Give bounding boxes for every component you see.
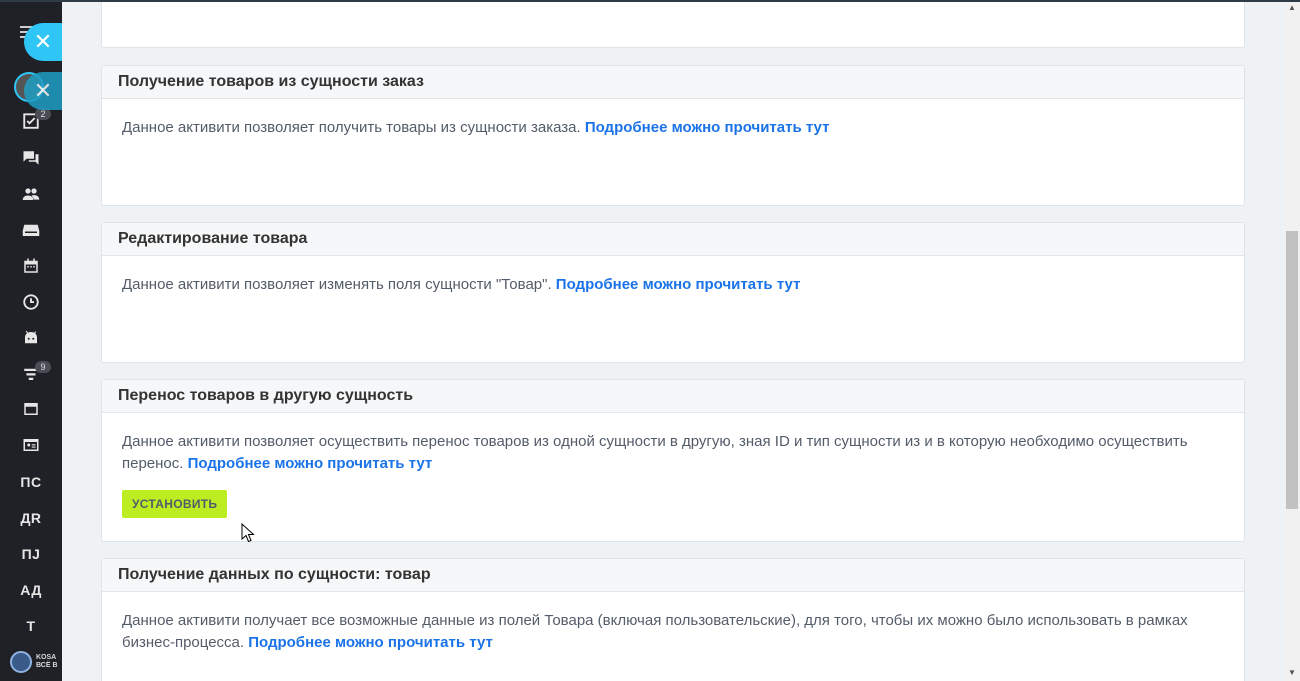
sidebar-item-text-4[interactable]: АД — [0, 575, 62, 605]
funnel-badge: 9 — [35, 361, 51, 373]
top-border — [0, 0, 1300, 2]
sidebar-item-calendar[interactable] — [0, 251, 62, 281]
logo-emblem-icon — [10, 651, 32, 673]
clock-icon — [23, 294, 39, 310]
activity-card: Перенос товаров в другую сущность Данное… — [101, 379, 1245, 542]
scroll-down-icon[interactable]: ▼ — [1284, 665, 1300, 681]
group-icon — [22, 188, 40, 200]
mouse-cursor-icon — [241, 523, 255, 543]
activity-card: Редактирование товара Данное активити по… — [101, 222, 1245, 363]
vertical-scrollbar[interactable]: ▲ ▼ — [1284, 0, 1300, 681]
sidebar-item-sites[interactable] — [0, 394, 62, 424]
activity-card: Получение данных по сущности: товар Данн… — [101, 558, 1245, 681]
read-more-link[interactable]: Подробнее можно прочитать тут — [248, 634, 493, 651]
sidebar-item-text-5[interactable]: Т — [0, 611, 62, 641]
sidebar-item-text-1[interactable]: ПС — [0, 467, 62, 497]
scroll-up-icon[interactable]: ▲ — [1284, 0, 1300, 16]
sidebar-item-text-3[interactable]: ПJ — [0, 539, 62, 569]
contact-card-icon — [23, 439, 39, 451]
read-more-link[interactable]: Подробнее можно прочитать тут — [556, 276, 801, 293]
read-more-link[interactable]: Подробнее можно прочитать тут — [585, 119, 830, 136]
card-title: Перенос товаров в другую сущность — [102, 380, 1244, 413]
close-slider-button-secondary[interactable]: ✕ — [24, 72, 62, 110]
sidebar-item-tasks[interactable]: 2 — [0, 106, 62, 136]
logo-text: KOSA ВСЁ В — [36, 654, 58, 669]
company-logo[interactable]: KOSA ВСЁ В — [10, 648, 62, 676]
card-description: Данное активити позволяет изменять поля … — [122, 276, 801, 293]
activity-list: Получение товаров из сущности заказ Данн… — [62, 0, 1284, 681]
card-title: Получение товаров из сущности заказ — [102, 66, 1244, 99]
activity-card: Получение товаров из сущности заказ Данн… — [101, 65, 1245, 206]
sidebar-item-contacts[interactable] — [0, 430, 62, 460]
install-button[interactable]: УСТАНОВИТЬ — [122, 490, 228, 518]
card-description: Данное активити позволяет осуществить пе… — [102, 413, 1244, 518]
activity-card — [101, 0, 1245, 48]
sidebar-item-funnel[interactable]: 9 — [0, 359, 62, 389]
close-icon: ✕ — [33, 29, 53, 54]
android-icon — [25, 330, 37, 344]
sidebar-item-time[interactable] — [0, 287, 62, 317]
card-title: Получение данных по сущности: товар — [102, 559, 1244, 592]
card-description: Данное активити получает все возможные д… — [122, 612, 1188, 651]
sidebar-item-groups[interactable] — [0, 179, 62, 209]
read-more-link[interactable]: Подробнее можно прочитать тут — [188, 455, 433, 472]
inbox-icon — [22, 224, 40, 236]
browser-window-icon — [24, 403, 38, 415]
close-icon: ✕ — [33, 78, 53, 103]
close-slider-button[interactable]: ✕ — [24, 23, 62, 61]
sidebar-item-text-2[interactable]: ДR — [0, 503, 62, 533]
sidebar-item-chat[interactable] — [0, 143, 62, 173]
sidebar-item-android[interactable] — [0, 323, 62, 353]
chat-icon — [23, 151, 39, 165]
scrollbar-thumb[interactable] — [1286, 231, 1298, 509]
calendar-icon — [24, 258, 38, 273]
card-description: Данное активити позволяет получить товар… — [122, 119, 830, 136]
card-title: Редактирование товара — [102, 223, 1244, 256]
sidebar-item-crm[interactable] — [0, 215, 62, 245]
